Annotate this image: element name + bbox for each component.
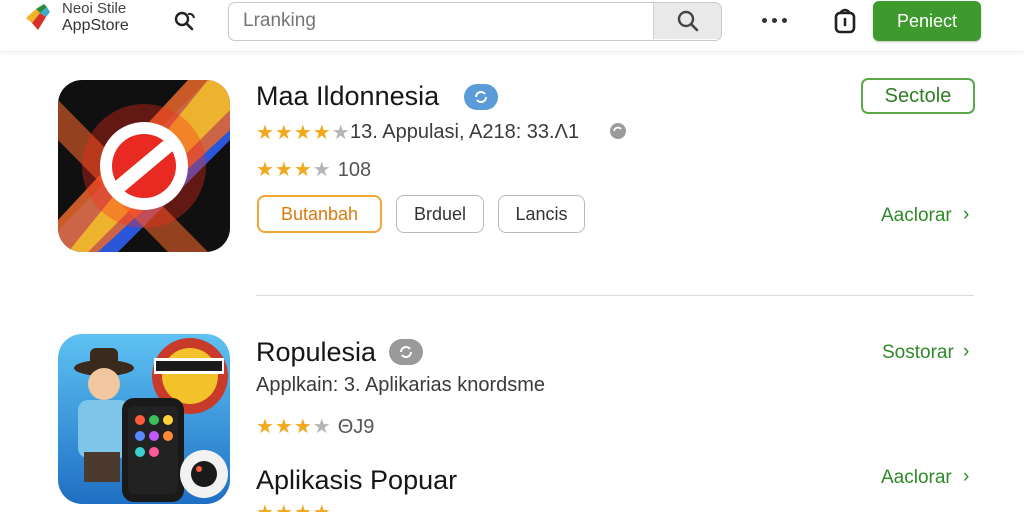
app-name[interactable]: Maa Ildonnesia (256, 81, 439, 112)
secondary-rating: ★★★★ ΘJ9 (256, 416, 375, 438)
brand-line-2: AppStore (62, 17, 129, 34)
top-header: Neoi Stile AppStore Peniect (0, 0, 1024, 52)
app-name[interactable]: Aplikasis Popuar (256, 465, 457, 496)
app-icon-maa-ildonnesia[interactable] (58, 80, 230, 252)
app-action-link[interactable]: Sostorar (882, 342, 954, 364)
no-sign-app-icon (58, 80, 230, 252)
arrow-icon: › (963, 204, 970, 225)
info-icon[interactable] (608, 121, 628, 141)
app-store-logo[interactable] (24, 3, 54, 33)
rating-stars: ★★★★★ (256, 122, 351, 144)
lock-icon[interactable] (832, 7, 858, 35)
people-search-icon[interactable] (172, 8, 198, 34)
app-meta: Applkain: 3. Aplikarias knordsme (256, 374, 546, 396)
primary-header-button[interactable]: Peniect (873, 1, 981, 41)
app-action-link[interactable]: Aaclorar (881, 205, 952, 227)
more-icon[interactable] (760, 10, 792, 30)
search-bar (228, 2, 722, 41)
refresh-icon (475, 91, 487, 103)
app-action-link[interactable]: Aaclorar (881, 467, 952, 489)
chip-button-1[interactable]: Butanbah (257, 195, 382, 233)
divider (256, 295, 974, 296)
update-badge (464, 84, 498, 110)
arrow-icon: › (963, 466, 970, 487)
app-icon-ropulesia[interactable] (58, 334, 230, 504)
chip-button-2[interactable]: Brduel (396, 195, 484, 233)
search-icon (677, 10, 699, 32)
arrow-icon: › (963, 341, 970, 362)
brand-line-1: Neoi Stile (62, 0, 127, 17)
chip-button-3[interactable]: Lancis (498, 195, 585, 233)
game-app-icon (58, 334, 230, 504)
refresh-icon (400, 346, 412, 358)
search-input[interactable] (229, 3, 653, 39)
brand: Neoi Stile AppStore (62, 0, 129, 34)
app-meta: 13. Appulasi, A218: 33.Λ1 (350, 121, 580, 143)
update-badge (389, 339, 423, 365)
select-button[interactable]: Sectole (861, 78, 975, 114)
rating-count: ΘJ9 (337, 416, 375, 438)
app-name[interactable]: Ropulesia (256, 337, 376, 368)
secondary-rating: ★★★★ 108 (256, 159, 372, 181)
partial-rating-stars: ★★★★ (256, 500, 332, 512)
rating-count: 108 (337, 159, 372, 181)
search-button[interactable] (653, 3, 721, 39)
